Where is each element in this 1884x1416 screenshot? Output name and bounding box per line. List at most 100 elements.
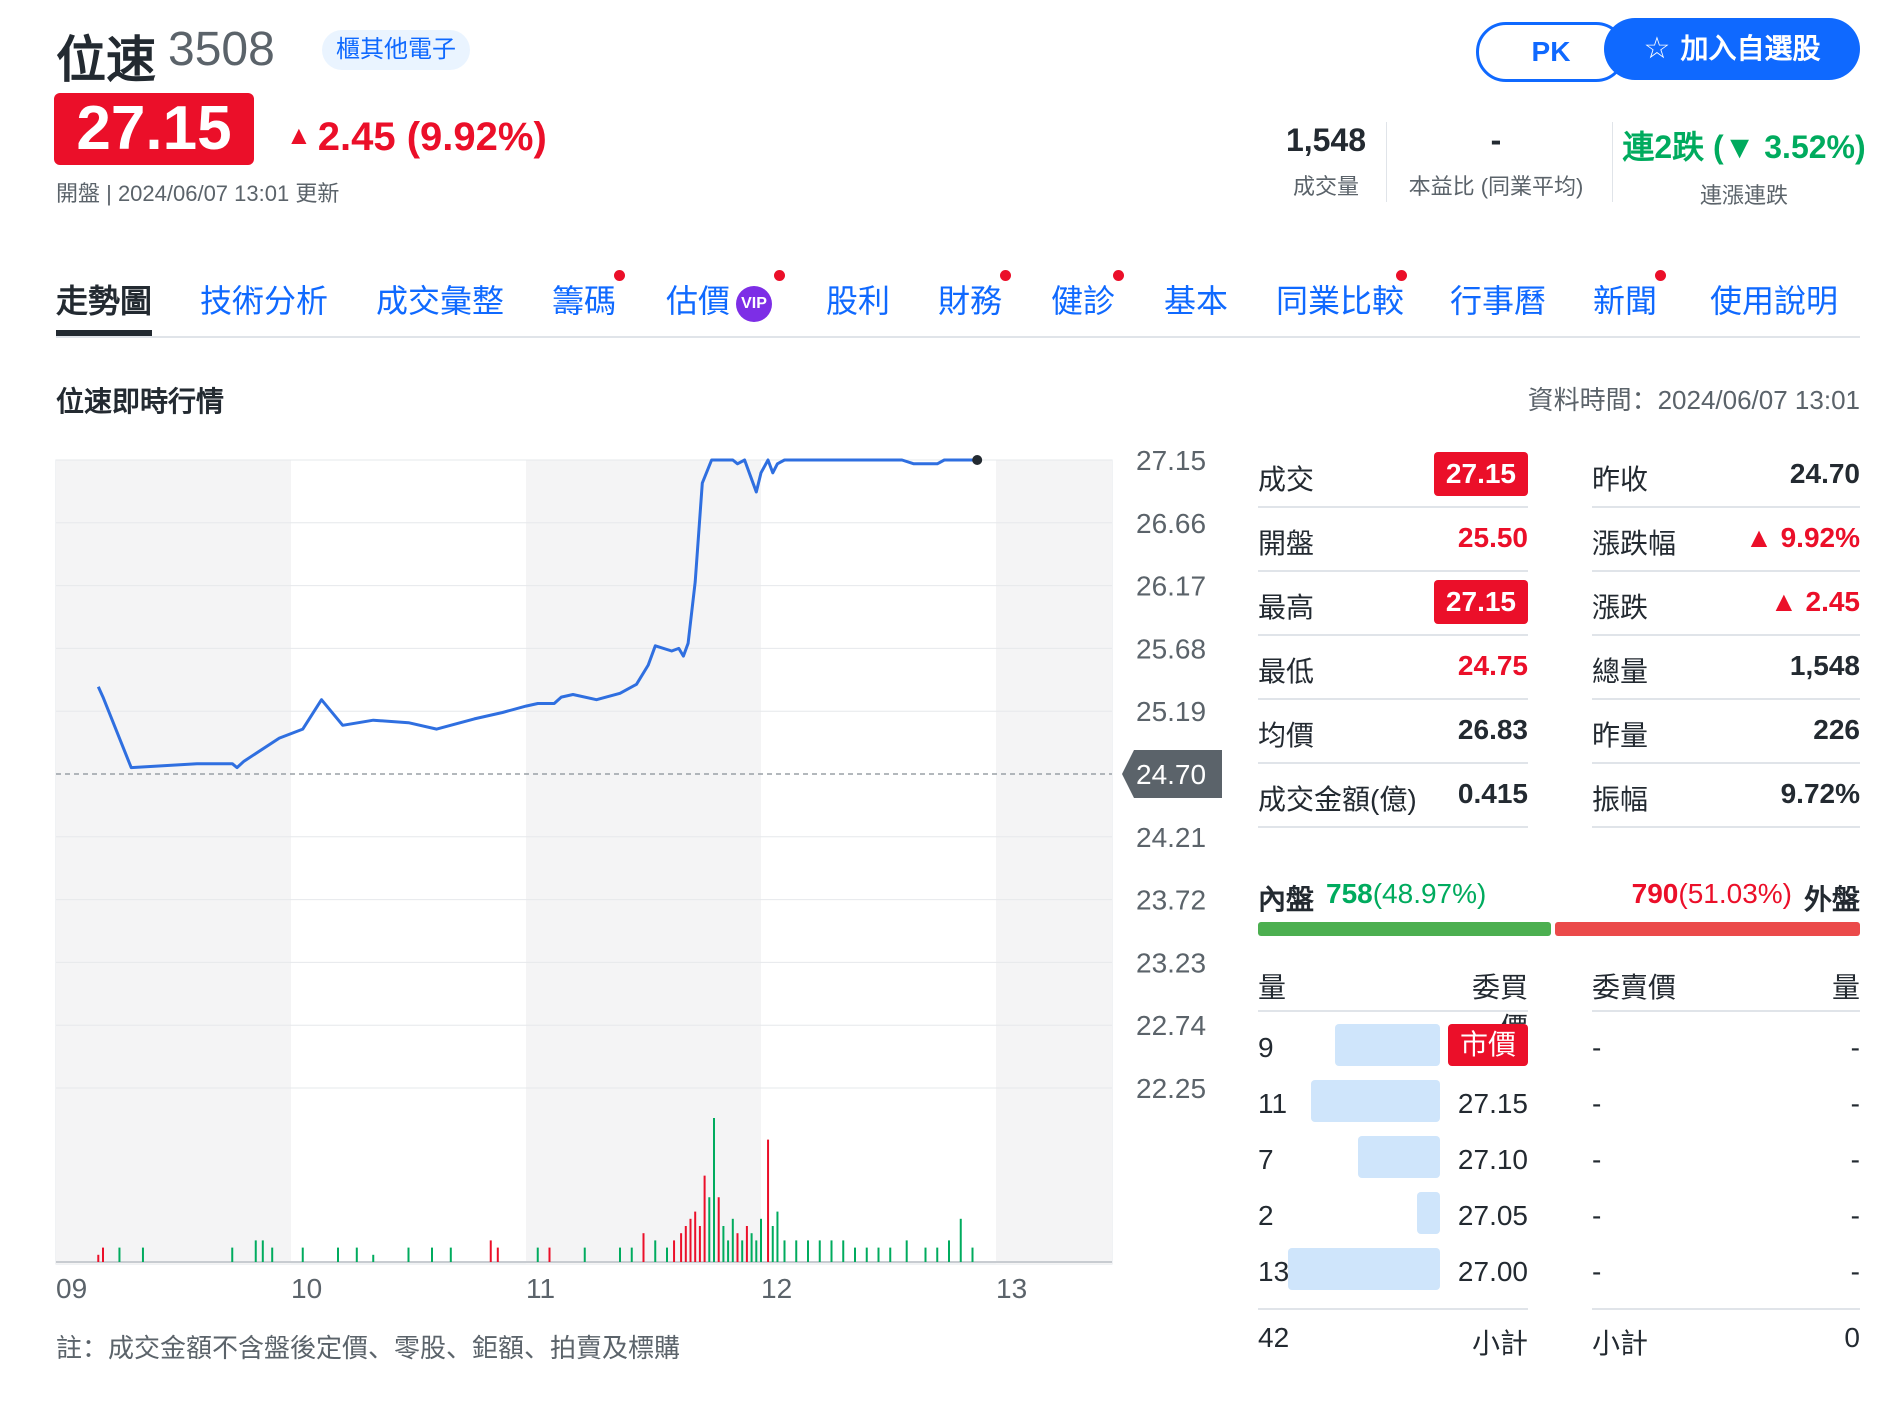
quote-left-label: 最高 [1258,592,1315,623]
pe-stat: - 本益比 (同業平均) [1396,122,1596,201]
tab-calendar[interactable]: 行事曆 [1450,276,1546,322]
industry-tag[interactable]: 櫃其他電子 [322,30,470,70]
quote-right-value: 1,548 [1789,650,1860,681]
tab-help[interactable]: 使用說明 [1710,276,1838,322]
streak-value: 連2跌 (▼ 3.52%) [1622,129,1866,165]
bid-qty: 11 [1258,1088,1288,1119]
row-divider [1258,1308,1528,1310]
x-tick-label: 10 [291,1273,322,1304]
change-percent: (9.92%) [406,115,547,159]
bid-volume-bar [1358,1136,1440,1178]
star-icon: ☆ [1643,32,1671,65]
streak-label: 連漲連跌 [1699,183,1788,208]
sell-price-header: 委賣價 [1592,972,1677,1003]
tab-chart[interactable]: 走勢圖 [56,276,152,322]
bid-volume-bar [1288,1248,1440,1290]
inner-volume: 758(48.97%) [1326,878,1486,910]
hour-band [526,460,761,1264]
quote-row: 成交 27.15 昨收 24.70 [1258,444,1860,508]
add-watchlist-button[interactable]: ☆ 加入自選股 [1604,18,1860,80]
intraday-chart: 27.15 26.66 26.17 25.68 25.19 24.70 24.21 23.72… [55,445,1222,1304]
change-value: 2.45 [317,115,396,159]
sell-qty-header: 量 [1831,972,1860,1003]
row-divider [1258,826,1528,828]
ask-price: - [1592,1088,1602,1119]
tab-news[interactable]: 新聞 [1593,276,1657,322]
y-tick-label: 22.74 [1136,1010,1206,1041]
volume-stat: 1,548 成交量 [1256,122,1396,201]
buy-total-label: 小計 [1471,1328,1528,1359]
y-tick-label: 23.72 [1136,885,1206,916]
last-price-dot [972,455,983,465]
bid-qty: 7 [1258,1144,1274,1175]
order-book: 量委買價委賣價量9市價--1127.15--727.10--227.05--13… [1258,956,1860,1416]
row-divider [1592,1308,1860,1310]
ask-price: - [1592,1256,1602,1287]
stock-code: 3508 [168,23,275,76]
bid-price-market: 市價 [1447,1024,1528,1066]
x-tick-label: 11 [526,1273,555,1304]
quote-left-value: 25.50 [1457,522,1528,553]
tab-chips[interactable]: 籌碼 [552,276,616,322]
ask-price: - [1592,1144,1602,1175]
inner-value: 758 [1326,878,1373,909]
volume-label: 成交量 [1292,174,1359,199]
y-tick-label: 25.19 [1136,696,1206,727]
bid-qty: 2 [1258,1200,1274,1231]
pe-value: - [1490,122,1502,158]
up-arrow-icon: ▲ [286,120,312,150]
ask-price: - [1592,1200,1602,1231]
bid-price: 27.05 [1457,1200,1528,1231]
inner-outer-bar [1258,922,1860,936]
quote-left-label: 最低 [1258,656,1315,687]
tab-trades[interactable]: 成交彙整 [376,276,504,322]
quote-right-value: 9.72% [1780,778,1860,809]
add-watchlist-label: 加入自選股 [1680,33,1821,64]
y-tick-label: 24.70 [1136,759,1206,790]
quote-row: 成交金額(億) 0.415 振幅 9.72% [1258,764,1860,828]
quote-right-value: 226 [1813,714,1860,745]
y-tick-label: 22.25 [1136,1073,1206,1104]
buy-qty-header: 量 [1258,972,1287,1003]
quote-right-label: 昨量 [1592,720,1649,751]
notification-dot [1396,270,1407,281]
buy-total: 42 [1258,1322,1290,1353]
hour-band [996,460,1112,1264]
quote-row: 最低 24.75 總量 1,548 [1258,636,1860,700]
inner-label: 內盤 [1258,884,1315,915]
x-tick-label: 09 [56,1273,87,1304]
bid-volume-bar [1417,1192,1440,1234]
tab-valuation-label: 估價 [666,283,731,319]
tab-valuation[interactable]: 估價 VIP [666,276,773,322]
y-tick-label: 23.23 [1136,947,1206,978]
tab-financial[interactable]: 財務 [938,276,1002,322]
y-tick-label: 26.66 [1136,508,1206,539]
stock-name: 位速 [56,32,156,88]
quote-right-label: 總量 [1592,656,1649,687]
vip-badge: VIP [736,286,773,322]
y-tick-label: 27.15 [1136,445,1206,476]
ask-qty: - [1850,1144,1860,1175]
quote-left-value: 26.83 [1457,714,1528,745]
stat-divider [1386,122,1387,202]
tab-health[interactable]: 健診 [1051,276,1115,322]
tab-dividend[interactable]: 股利 [826,276,890,322]
tab-peer-compare[interactable]: 同業比較 [1276,276,1404,322]
quote-left-value: 24.75 [1457,650,1528,681]
outer-label: 外盤 [1803,884,1860,915]
quote-right-label: 昨收 [1592,464,1649,495]
bid-price: 27.10 [1457,1144,1528,1175]
y-tick-label: 26.17 [1136,571,1206,602]
quote-row: 開盤 25.50 漲跌幅 ▲ 9.92% [1258,508,1860,572]
current-price: 27.15 [54,93,254,165]
quote-row: 最高 27.15 漲跌 ▲ 2.45 [1258,572,1860,636]
inner-outer-volume: 內盤 758(48.97%) 790(51.03%) 外盤 [1258,878,1860,922]
tab-basic[interactable]: 基本 [1164,276,1228,322]
price-change: ▲ 2.45 (9.92%) [286,115,547,160]
quote-row: 均價 26.83 昨量 226 [1258,700,1860,764]
bid-qty: 13 [1258,1256,1290,1287]
outer-bar [1555,922,1860,936]
ask-price: - [1592,1032,1602,1063]
tab-technical[interactable]: 技術分析 [200,276,328,322]
quote-right-label: 振幅 [1592,784,1649,815]
